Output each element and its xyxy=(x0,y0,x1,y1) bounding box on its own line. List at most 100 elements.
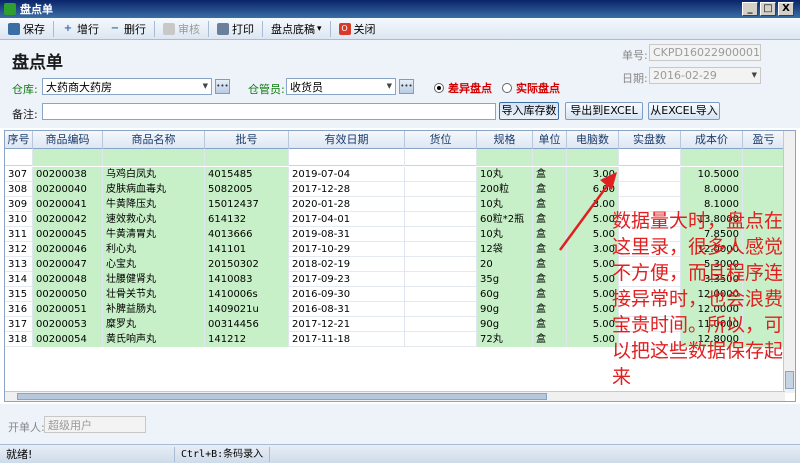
base-dropdown-button[interactable]: 盘点底稿 ▾ xyxy=(267,19,326,39)
column-header-unit[interactable]: 单位 xyxy=(533,131,567,149)
column-header-cost[interactable]: 成本价 xyxy=(681,131,743,149)
status-shortcut: Ctrl+B:条码录入 xyxy=(175,446,271,462)
filter-cell-loc[interactable] xyxy=(405,149,477,166)
print-button[interactable]: 打印 xyxy=(213,19,258,39)
cell-spec: 90g xyxy=(477,317,533,332)
filter-cell-spec[interactable] xyxy=(477,149,533,166)
radio-diff-count[interactable]: 差异盘点 xyxy=(434,80,492,96)
creator-label: 开单人: xyxy=(8,421,45,434)
cell-code: 00200042 xyxy=(33,212,103,227)
cell-loc xyxy=(405,197,477,212)
cell-spec: 200粒 xyxy=(477,182,533,197)
window-close-button[interactable]: X xyxy=(778,2,794,16)
cell-name: 速效救心丸 xyxy=(103,212,205,227)
form-area: 盘点单 单号: CKPD16022900001 日期: 2016-02-29 ▼… xyxy=(0,40,800,128)
toolbar: 保存 + 增行 − 删行 审核 打印 盘点底稿 ▾ O 关闭 xyxy=(0,18,800,40)
cell-profit xyxy=(743,167,785,182)
cell-name: 黄氏响声丸 xyxy=(103,332,205,347)
cell-spec: 10丸 xyxy=(477,197,533,212)
add-row-button[interactable]: + 增行 xyxy=(58,19,103,39)
cell-spec: 60粒*2瓶 xyxy=(477,212,533,227)
cell-expiry: 2018-02-19 xyxy=(289,257,405,272)
filter-cell-cost[interactable] xyxy=(681,149,743,166)
column-header-seq[interactable]: 序号 xyxy=(5,131,33,149)
cell-seq: 315 xyxy=(5,287,33,302)
column-header-spec[interactable]: 规格 xyxy=(477,131,533,149)
column-header-code[interactable]: 商品编码 xyxy=(33,131,103,149)
column-header-loc[interactable]: 货位 xyxy=(405,131,477,149)
scroll-thumb[interactable] xyxy=(785,371,794,389)
toolbar-separator xyxy=(208,20,209,37)
column-header-pc[interactable]: 电脑数 xyxy=(567,131,619,149)
toolbar-separator xyxy=(53,20,54,37)
cell-loc xyxy=(405,227,477,242)
window-title: 盘点单 xyxy=(20,3,53,16)
table-row[interactable]: 307 00200038 乌鸡白凤丸 4015485 2019-07-04 10丸盒 3.0… xyxy=(5,167,795,182)
import-excel-button[interactable]: 从EXCEL导入 xyxy=(648,102,720,120)
filter-cell-actual[interactable] xyxy=(619,149,681,166)
date-field[interactable]: 2016-02-29 ▼ xyxy=(649,67,761,84)
filter-cell-seq[interactable] xyxy=(5,149,33,166)
column-header-actual[interactable]: 实盘数 xyxy=(619,131,681,149)
scroll-thumb[interactable] xyxy=(17,393,547,400)
remark-input[interactable] xyxy=(42,103,496,120)
column-header-expiry[interactable]: 有效日期 xyxy=(289,131,405,149)
warehouse-label: 仓库: xyxy=(12,83,38,96)
maximize-button[interactable]: □ xyxy=(760,2,776,16)
horizontal-scrollbar[interactable] xyxy=(5,391,785,401)
cell-unit: 盒 xyxy=(533,317,567,332)
export-excel-button[interactable]: 导出到EXCEL xyxy=(565,102,643,120)
save-icon xyxy=(8,22,20,35)
keeper-lookup-button[interactable]: ••• xyxy=(399,79,414,94)
cell-batch: 141212 xyxy=(205,332,289,347)
add-row-label: 增行 xyxy=(77,22,99,36)
radio-actual-count[interactable]: 实际盘点 xyxy=(502,80,560,96)
cell-loc xyxy=(405,212,477,227)
review-button[interactable]: 审核 xyxy=(159,19,204,39)
cell-actual[interactable] xyxy=(619,167,681,182)
vertical-scrollbar[interactable] xyxy=(783,131,795,393)
warehouse-lookup-button[interactable]: ••• xyxy=(215,79,230,94)
cell-loc xyxy=(405,302,477,317)
delete-row-button[interactable]: − 删行 xyxy=(105,19,150,39)
cell-spec: 12袋 xyxy=(477,242,533,257)
import-stock-button[interactable]: 导入库存数 xyxy=(499,102,559,120)
cell-actual[interactable] xyxy=(619,182,681,197)
table-row[interactable]: 308 00200040 皮肤病血毒丸 5082005 2017-12-28 200粒盒 6… xyxy=(5,182,795,197)
order-no-label: 单号: xyxy=(622,49,648,62)
column-header-profit[interactable]: 盈亏 xyxy=(743,131,785,149)
close-button[interactable]: O 关闭 xyxy=(335,19,380,39)
cell-name: 牛黄降压丸 xyxy=(103,197,205,212)
cell-code: 00200046 xyxy=(33,242,103,257)
filter-cell-unit[interactable] xyxy=(533,149,567,166)
filter-cell-batch[interactable] xyxy=(205,149,289,166)
save-button[interactable]: 保存 xyxy=(4,19,49,39)
cell-expiry: 2017-10-29 xyxy=(289,242,405,257)
cell-unit: 盒 xyxy=(533,287,567,302)
cell-spec: 90g xyxy=(477,302,533,317)
warehouse-select[interactable]: 大药商大药房 ▼ xyxy=(42,78,212,95)
filter-cell-name[interactable] xyxy=(103,149,205,166)
cell-batch: 00314456 xyxy=(205,317,289,332)
cell-unit: 盒 xyxy=(533,332,567,347)
filter-cell-profit[interactable] xyxy=(743,149,785,166)
column-header-batch[interactable]: 批号 xyxy=(205,131,289,149)
keeper-select[interactable]: 收货员 ▼ xyxy=(286,78,396,95)
remark-label: 备注: xyxy=(12,108,38,121)
minimize-button[interactable]: _ xyxy=(742,2,758,16)
cell-seq: 318 xyxy=(5,332,33,347)
keeper-value: 收货员 xyxy=(290,80,323,94)
check-icon xyxy=(163,22,175,35)
warehouse-value: 大药商大药房 xyxy=(46,80,112,94)
filter-cell-code[interactable] xyxy=(33,149,103,166)
cell-expiry: 2017-04-01 xyxy=(289,212,405,227)
filter-cell-expiry[interactable] xyxy=(289,149,405,166)
cell-unit: 盒 xyxy=(533,167,567,182)
review-label: 审核 xyxy=(178,22,200,36)
cell-batch: 5082005 xyxy=(205,182,289,197)
column-header-name[interactable]: 商品名称 xyxy=(103,131,205,149)
chevron-down-icon: ▾ xyxy=(317,23,322,34)
close-label: 关闭 xyxy=(353,22,376,36)
cell-loc xyxy=(405,242,477,257)
filter-cell-pc[interactable] xyxy=(567,149,619,166)
